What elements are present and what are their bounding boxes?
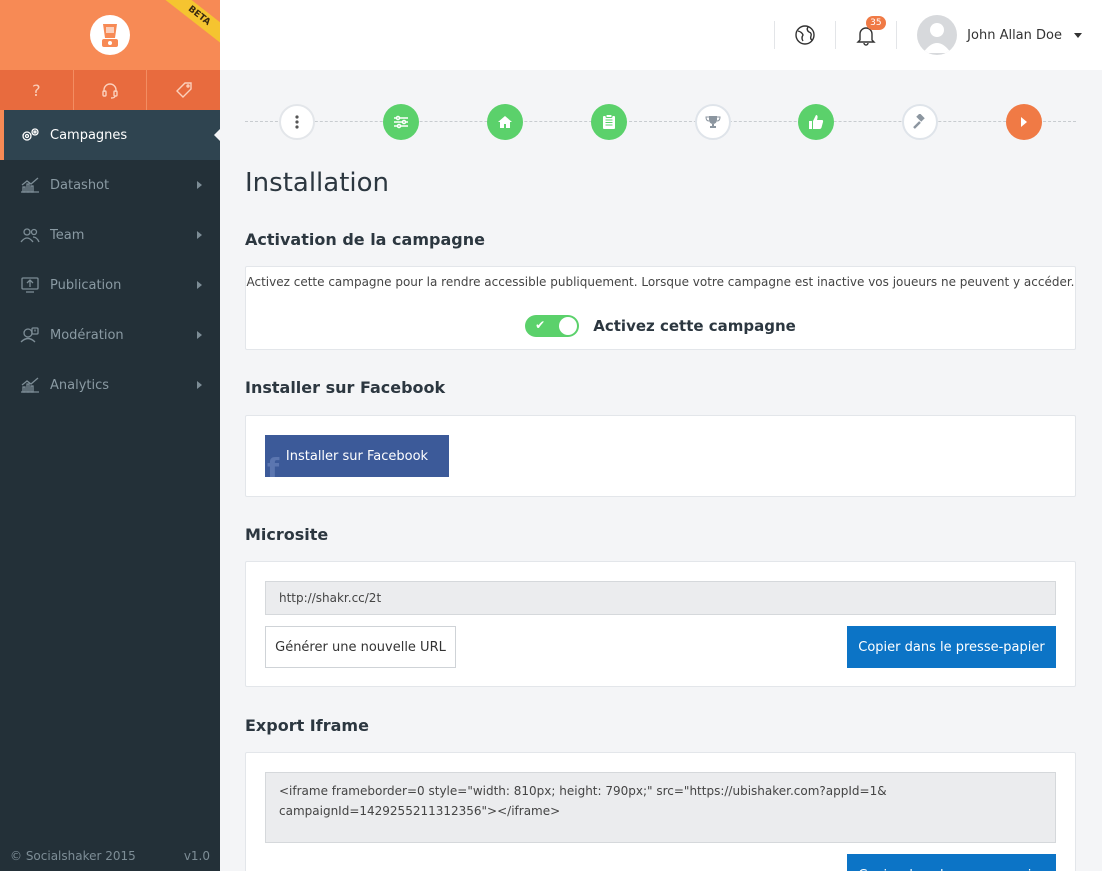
main-content: Installation Activation de la campagne A… bbox=[245, 70, 1076, 871]
sidebar-item-label: Datashot bbox=[50, 177, 110, 193]
step-rules[interactable] bbox=[902, 104, 938, 140]
help-button[interactable]: ? bbox=[0, 70, 74, 110]
step-social[interactable] bbox=[798, 104, 834, 140]
divider bbox=[896, 21, 898, 49]
sidebar-item-campagnes[interactable]: Campagnes bbox=[0, 110, 220, 160]
sidebar-item-label: Team bbox=[50, 227, 85, 243]
chevron-right-icon bbox=[197, 381, 202, 389]
quick-bar: ? bbox=[0, 70, 220, 110]
sidebar-item-moderation[interactable]: Modération bbox=[0, 310, 220, 360]
avatar bbox=[917, 15, 958, 55]
iframe-code-line: campaignId=1429255211312356"></iframe> bbox=[279, 804, 561, 818]
section-heading-facebook: Installer sur Facebook bbox=[245, 378, 446, 397]
support-button[interactable] bbox=[74, 70, 148, 110]
sidebar-item-label: Publication bbox=[50, 277, 122, 293]
language-button[interactable] bbox=[785, 15, 825, 55]
beta-ribbon: BETA bbox=[158, 0, 220, 51]
tag-button[interactable] bbox=[147, 70, 220, 110]
trophy-icon bbox=[705, 116, 721, 128]
notifications-button[interactable]: 35 bbox=[846, 15, 886, 55]
topbar: 35 John Allan Doe bbox=[220, 0, 1102, 70]
copy-iframe-button[interactable]: Copier dans le presse-papier bbox=[847, 854, 1056, 871]
caret-down-icon bbox=[1074, 32, 1082, 38]
page-title: Installation bbox=[245, 168, 390, 198]
activation-card: Activez cette campagne pour la rendre ac… bbox=[245, 266, 1076, 350]
users-icon bbox=[20, 227, 40, 243]
sidebar-item-datashot[interactable]: Datashot bbox=[0, 160, 220, 210]
headset-icon bbox=[102, 83, 118, 99]
microsite-card: http://shakr.cc/2t Générer une nouvelle … bbox=[245, 561, 1076, 687]
logo-area: BETA bbox=[0, 0, 220, 70]
step-settings[interactable] bbox=[383, 104, 419, 140]
step-content[interactable] bbox=[591, 104, 627, 140]
sidebar-item-analytics[interactable]: Analytics bbox=[0, 360, 220, 410]
step-installation[interactable] bbox=[1006, 104, 1042, 140]
sidebar-item-label: Analytics bbox=[50, 377, 110, 393]
chevron-right-icon bbox=[197, 231, 202, 239]
sidebar-item-label: Campagnes bbox=[50, 127, 128, 143]
facebook-icon: f bbox=[267, 452, 280, 477]
iframe-code-textarea[interactable]: <iframe frameborder=0 style="width: 810p… bbox=[265, 772, 1056, 843]
clipboard-icon bbox=[603, 114, 615, 129]
notification-count-badge: 35 bbox=[866, 16, 886, 30]
step-more[interactable] bbox=[279, 104, 315, 140]
activation-description: Activez cette campagne pour la rendre ac… bbox=[246, 275, 1075, 289]
sidebar-item-label: Modération bbox=[50, 327, 124, 343]
sliders-icon bbox=[394, 115, 408, 129]
divider bbox=[774, 21, 776, 49]
steps-connector bbox=[245, 121, 1076, 122]
copy-url-button[interactable]: Copier dans le presse-papier bbox=[847, 626, 1056, 668]
home-icon bbox=[498, 116, 512, 128]
check-icon: ✔ bbox=[535, 318, 546, 332]
sidebar-item-publication[interactable]: Publication bbox=[0, 260, 220, 310]
chart-icon bbox=[20, 377, 40, 393]
wizard-steps bbox=[245, 70, 1076, 172]
active-caret bbox=[214, 129, 220, 141]
microsite-url-field[interactable]: http://shakr.cc/2t bbox=[265, 581, 1056, 615]
question-icon: ? bbox=[32, 80, 41, 100]
step-home[interactable] bbox=[487, 104, 523, 140]
facebook-card: f Installer sur Facebook bbox=[245, 415, 1076, 497]
sidebar: BETA ? Campagnes Datashot Team Publicati… bbox=[0, 0, 220, 871]
activation-toggle-row: ✔ Activez cette campagne bbox=[246, 315, 1075, 337]
section-heading-iframe: Export Iframe bbox=[245, 716, 369, 735]
sidebar-item-team[interactable]: Team bbox=[0, 210, 220, 260]
iframe-code-line: <iframe frameborder=0 style="width: 810p… bbox=[279, 784, 887, 798]
section-heading-activation: Activation de la campagne bbox=[245, 230, 485, 249]
iframe-card: <iframe frameborder=0 style="width: 810p… bbox=[245, 752, 1076, 871]
gears-icon bbox=[20, 127, 40, 143]
install-facebook-label: Installer sur Facebook bbox=[285, 448, 429, 464]
activation-toggle-label: Activez cette campagne bbox=[593, 317, 796, 335]
toggle-knob bbox=[559, 317, 578, 335]
chevron-right-icon bbox=[197, 331, 202, 339]
upload-screen-icon bbox=[20, 277, 40, 293]
user-name: John Allan Doe bbox=[967, 27, 1062, 43]
section-heading-microsite: Microsite bbox=[245, 525, 329, 544]
moderator-icon bbox=[20, 327, 40, 343]
step-prizes[interactable] bbox=[695, 104, 731, 140]
thumbs-up-icon bbox=[809, 115, 824, 129]
chevron-right-icon bbox=[197, 181, 202, 189]
copyright-text: © Socialshaker 2015 bbox=[10, 849, 136, 863]
play-icon bbox=[1021, 117, 1027, 127]
generate-url-button[interactable]: Générer une nouvelle URL bbox=[265, 626, 456, 668]
user-menu[interactable]: John Allan Doe bbox=[907, 15, 1082, 55]
chart-icon bbox=[20, 177, 40, 193]
version-text: v1.0 bbox=[183, 849, 210, 863]
chevron-right-icon bbox=[197, 281, 202, 289]
dots-vertical-icon bbox=[295, 115, 299, 129]
blender-logo-icon[interactable] bbox=[90, 15, 130, 55]
gavel-icon bbox=[913, 114, 925, 129]
divider bbox=[835, 21, 837, 49]
tag-icon bbox=[175, 82, 192, 98]
globe-icon bbox=[795, 25, 815, 45]
install-facebook-button[interactable]: f Installer sur Facebook bbox=[265, 435, 449, 477]
sidebar-footer: © Socialshaker 2015 v1.0 bbox=[10, 849, 210, 863]
activation-toggle[interactable]: ✔ bbox=[525, 315, 580, 337]
